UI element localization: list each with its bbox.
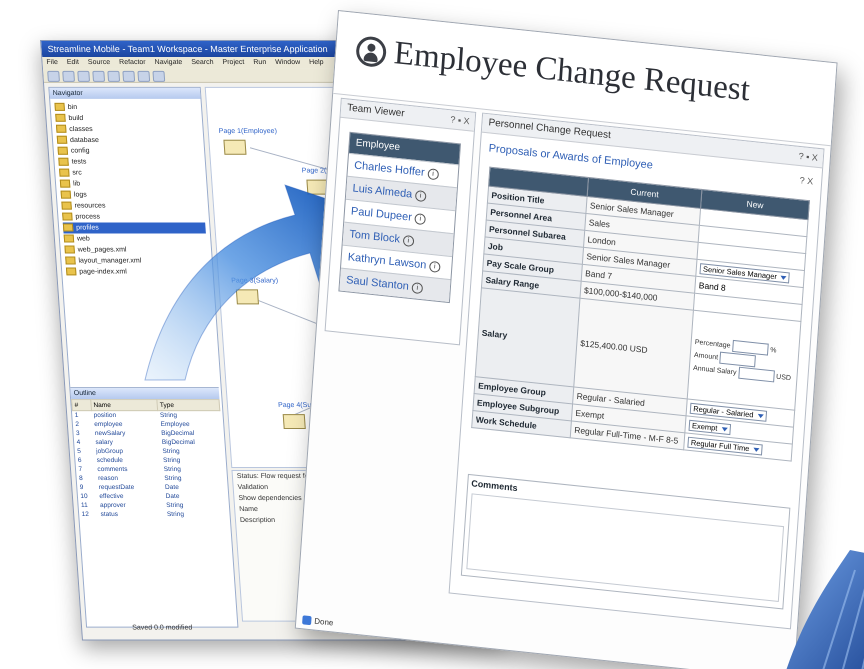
table-row[interactable]: 8 reason String (77, 474, 225, 483)
tab-outline[interactable]: Outline (70, 388, 220, 400)
scene: Streamline Mobile - Team1 Workspace - Ma… (0, 0, 864, 669)
folder-icon (54, 103, 66, 111)
menu-edit[interactable]: Edit (67, 59, 80, 66)
table-row[interactable]: 4 salary BigDecimal (74, 438, 222, 447)
tab-navigator[interactable]: Navigator (49, 87, 201, 99)
menu-search[interactable]: Search (191, 59, 214, 66)
table-row[interactable]: 9 requestDate Date (77, 483, 225, 492)
tree-item[interactable]: bin (54, 102, 197, 113)
pane-controls[interactable]: ? ▪ X (450, 110, 470, 130)
table-row[interactable]: 7 comments String (76, 465, 224, 474)
percentage-label: Percentage (694, 338, 731, 350)
forward-icon[interactable] (137, 70, 151, 82)
outline-table: # Name Type 1 position String 2 employee Emp… (71, 399, 228, 519)
tree-item[interactable]: build (55, 113, 198, 124)
info-icon[interactable]: i (428, 260, 441, 273)
folder-icon (55, 124, 67, 133)
save-icon[interactable] (62, 70, 76, 82)
decorative-shape-icon (786, 550, 864, 669)
menu-source[interactable]: Source (88, 59, 111, 66)
outline-pane: Outline # Name Type 1 position String 2 emp… (70, 387, 228, 519)
menu-refactor[interactable]: Refactor (119, 59, 146, 66)
ecr-window: Employee Change Request Team Viewer ? ▪ … (294, 10, 838, 669)
folder-icon (59, 168, 70, 177)
employee-logo-icon (355, 35, 388, 69)
amount-input[interactable] (719, 351, 757, 368)
new-icon[interactable] (47, 70, 60, 82)
change-table: Current New Position Title Senior Sales … (471, 167, 810, 462)
percentage-unit: % (770, 346, 777, 355)
menu-window[interactable]: Window (275, 59, 300, 66)
info-icon[interactable]: i (414, 212, 427, 225)
table-row[interactable]: 10 effective Date (78, 492, 226, 501)
menu-help[interactable]: Help (309, 59, 324, 66)
current-value: $125,400.00 USD (573, 298, 694, 399)
table-row[interactable]: 11 approver String (79, 501, 227, 510)
employee-list: Employee Charles Hoffer i Luis Almeda i Pa… (338, 131, 461, 304)
menu-project[interactable]: Project (222, 59, 244, 66)
info-icon[interactable]: i (427, 167, 439, 180)
page-title: Employee Change Request (392, 35, 752, 109)
debug-icon[interactable] (92, 70, 106, 82)
table-row[interactable]: 3 newSalary BigDecimal (74, 429, 222, 438)
folder-icon (62, 223, 74, 232)
back-icon[interactable] (122, 70, 136, 82)
table-row[interactable]: 1 position String (72, 411, 220, 420)
file-icon (65, 267, 77, 276)
folder-icon (61, 201, 72, 210)
folder-icon (55, 113, 66, 122)
folder-icon (60, 190, 72, 199)
col-header[interactable]: # (71, 399, 92, 411)
annual-salary-label: Annual Salary (692, 364, 737, 376)
team-viewer-pane: Team Viewer ? ▪ X Employee Charles Hoffe… (324, 97, 477, 346)
status-bar: Done (302, 615, 334, 628)
search-icon[interactable] (152, 70, 166, 82)
flow-node[interactable] (282, 414, 306, 430)
folder-icon (56, 135, 68, 144)
info-icon[interactable]: i (402, 234, 415, 247)
col-header[interactable]: Name (90, 399, 158, 411)
table-row[interactable]: 6 schedule String (76, 456, 224, 465)
row-label: Salary (475, 287, 580, 387)
ide-status-bar: Saved 0.0 modified (132, 624, 193, 632)
folder-icon (57, 146, 69, 155)
folder-icon (62, 212, 73, 221)
table-row[interactable]: 5 jobGroup String (75, 447, 223, 456)
folder-icon (58, 157, 69, 166)
menu-file[interactable]: File (46, 59, 58, 66)
info-icon[interactable]: i (411, 281, 424, 294)
info-icon[interactable]: i (414, 189, 427, 202)
flow-node-label: Page 1(Employee) (218, 127, 278, 135)
comments-section: Comments (460, 473, 791, 610)
file-icon (65, 256, 76, 265)
section-controls[interactable]: ? X (799, 175, 813, 186)
print-icon[interactable] (77, 70, 91, 82)
folder-icon (59, 179, 71, 188)
tree-item[interactable]: classes (55, 124, 199, 135)
col-header[interactable]: Type (156, 399, 220, 411)
menu-run[interactable]: Run (253, 59, 266, 66)
salary-fields: Percentage % Amount Annual Salary USD (693, 335, 796, 384)
folder-icon (63, 234, 75, 243)
employee-subgroup-select[interactable]: Exempt (688, 419, 731, 435)
work-schedule-select[interactable]: Regular Full Time (687, 436, 763, 456)
table-row[interactable]: 2 employee Employee (73, 420, 221, 429)
table-row[interactable]: 12 status String (79, 510, 227, 519)
pane-controls[interactable]: ? ▪ X (798, 147, 818, 167)
salary-editor: Percentage % Amount Annual Salary USD (687, 310, 801, 411)
run-icon[interactable] (107, 70, 121, 82)
amount-label: Amount (693, 351, 719, 361)
file-icon (64, 245, 75, 254)
currency-label: USD (775, 373, 792, 382)
annual-salary-input[interactable] (738, 366, 775, 383)
menu-navigate[interactable]: Navigate (154, 59, 182, 66)
